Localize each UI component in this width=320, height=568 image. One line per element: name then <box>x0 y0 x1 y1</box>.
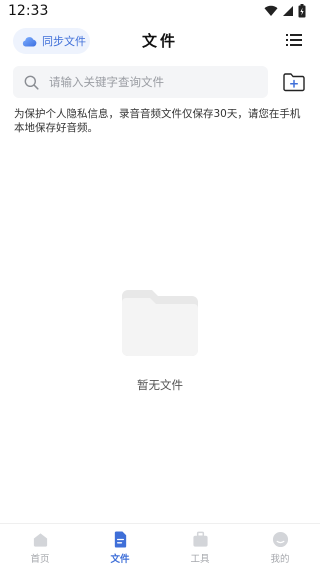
toolbox-icon <box>192 531 208 547</box>
signal-icon <box>283 6 293 16</box>
header: 同步文件 文件 <box>0 24 320 58</box>
nav-label-files: 文件 <box>110 554 130 565</box>
nav-label-tools: 工具 <box>190 554 210 565</box>
list-menu-icon[interactable] <box>286 33 302 47</box>
search-input[interactable] <box>49 75 259 89</box>
nav-item-tools[interactable]: 工具 <box>160 524 240 568</box>
new-folder-icon[interactable] <box>282 70 306 94</box>
status-bar: 12:33 <box>0 0 320 24</box>
search-box[interactable] <box>13 66 268 98</box>
sync-files-label: 同步文件 <box>42 35 86 48</box>
nav-item-profile[interactable]: 我的 <box>240 524 320 568</box>
nav-label-profile: 我的 <box>270 554 290 565</box>
bottom-nav: 首页 文件 工具 我的 <box>0 523 320 568</box>
sync-files-button[interactable]: 同步文件 <box>13 28 90 54</box>
battery-icon <box>298 4 306 18</box>
profile-icon <box>272 531 288 548</box>
nav-item-files[interactable]: 文件 <box>80 524 160 568</box>
empty-state-text: 暂无文件 <box>137 378 183 392</box>
nav-item-home[interactable]: 首页 <box>0 524 80 568</box>
status-time: 12:33 <box>8 3 49 19</box>
file-icon <box>114 531 126 548</box>
wifi-icon <box>264 5 278 17</box>
empty-folder-icon <box>122 290 198 356</box>
status-icons <box>264 4 306 18</box>
cloud-icon <box>22 36 37 46</box>
nav-label-home: 首页 <box>30 554 50 565</box>
privacy-notice: 为保护个人隐私信息，录音音频文件仅保存30天，请您在手机本地保存好音频。 <box>14 108 301 134</box>
home-icon <box>33 533 47 547</box>
search-icon <box>24 75 39 90</box>
